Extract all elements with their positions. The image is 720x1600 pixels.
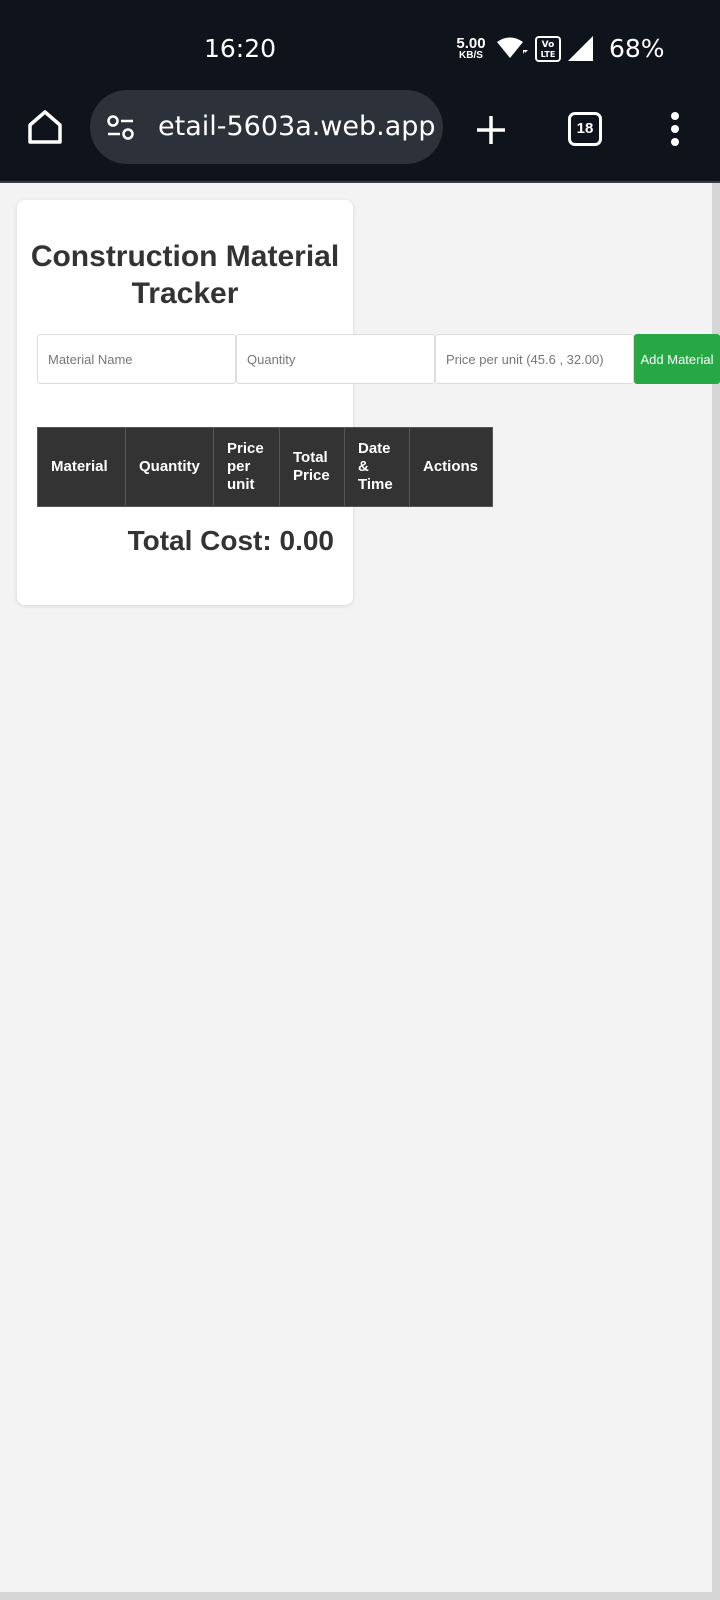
table-header-row: Material Quantity Price per unit Total P… <box>37 427 493 507</box>
column-header-material: Material <box>37 427 126 507</box>
address-bar[interactable]: etail-5603a.web.app <box>90 90 443 164</box>
svg-text:Vo: Vo <box>542 40 555 50</box>
url-text[interactable]: etail-5603a.web.app <box>158 106 438 148</box>
column-header-date-time: Date & Time <box>344 427 410 507</box>
home-icon[interactable] <box>26 108 64 146</box>
volte-icon: Vo LTE <box>535 36 561 62</box>
horizontal-scrollbar[interactable] <box>0 1592 712 1600</box>
total-cost-label: Total Cost: <box>127 525 272 556</box>
column-header-total-price: Total Price <box>279 427 345 507</box>
add-material-button[interactable]: Add Material <box>634 334 720 384</box>
wifi-icon <box>497 37 528 58</box>
total-cost: Total Cost: 0.00 <box>17 525 334 557</box>
network-speed: 5.00 KB/S <box>451 36 491 61</box>
network-speed-value: 5.00 <box>456 35 486 52</box>
page-title: Construction Material Tracker <box>30 240 340 310</box>
signal-icon <box>568 36 593 61</box>
svg-text:LTE: LTE <box>541 50 556 59</box>
status-time: 16:20 <box>204 34 277 63</box>
network-speed-unit: KB/S <box>459 50 483 61</box>
column-header-actions: Actions <box>409 427 493 507</box>
price-per-unit-input[interactable] <box>435 334 634 384</box>
material-name-input[interactable] <box>37 334 236 384</box>
column-header-price-per-unit: Price per unit <box>213 427 280 507</box>
tab-switcher-button[interactable]: 18 <box>568 112 602 146</box>
quantity-input[interactable] <box>236 334 435 384</box>
materials-table: Material Quantity Price per unit Total P… <box>37 427 493 507</box>
new-tab-icon[interactable] <box>475 114 507 146</box>
site-settings-icon[interactable] <box>106 114 136 142</box>
total-cost-value: 0.00 <box>279 525 335 556</box>
vertical-scrollbar[interactable] <box>712 183 720 1600</box>
more-options-icon[interactable] <box>665 110 685 148</box>
battery-percent: 68% <box>609 34 665 63</box>
browser-chrome: 16:20 5.00 KB/S Vo LTE 68% etail-5603a.w… <box>0 0 720 183</box>
column-header-quantity: Quantity <box>125 427 214 507</box>
